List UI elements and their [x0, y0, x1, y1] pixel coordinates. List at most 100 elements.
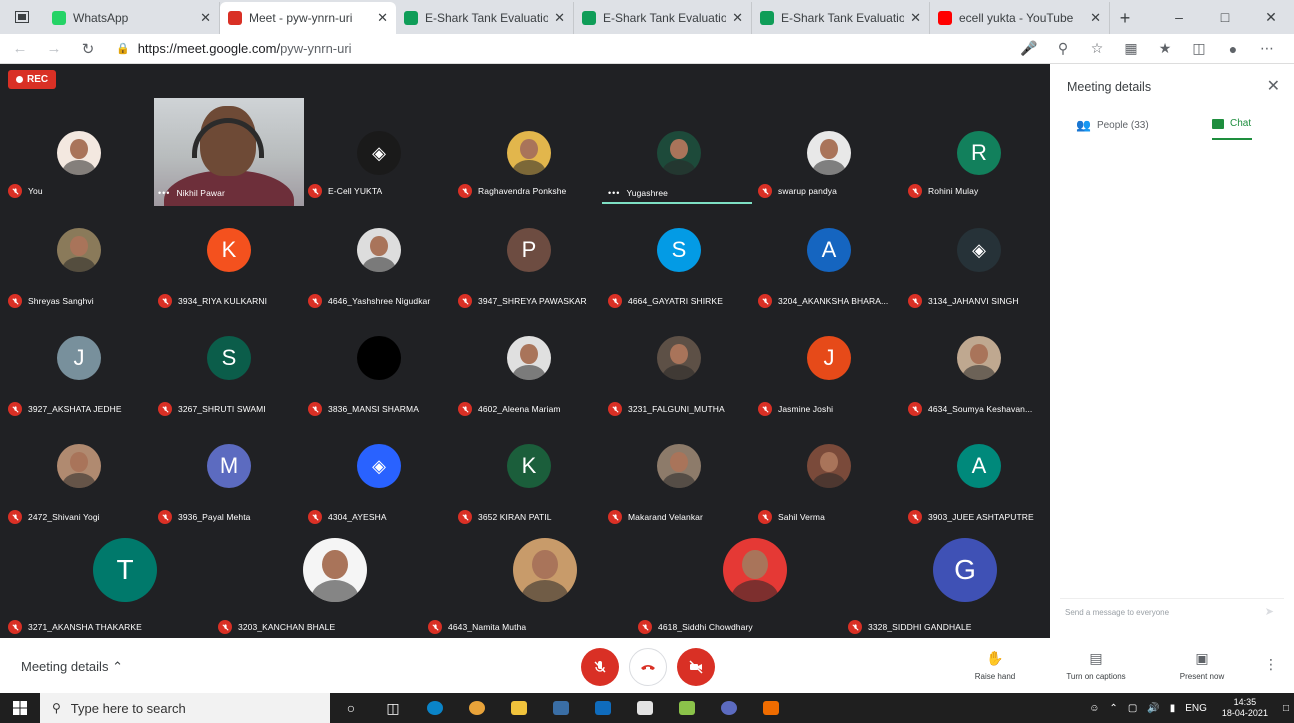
- participant-tile[interactable]: 3203_KANCHAN BHALE: [218, 538, 420, 634]
- mic-off-button[interactable]: [581, 648, 619, 686]
- close-tab-icon[interactable]: ✕: [200, 10, 211, 26]
- app-icon[interactable]: [540, 693, 582, 723]
- participant-tile[interactable]: K 3934_RIYA KULKARNI: [158, 218, 300, 308]
- close-window-icon[interactable]: ✕: [1248, 0, 1294, 34]
- language-indicator[interactable]: ENG: [1185, 703, 1207, 714]
- tab-chat[interactable]: Chat: [1212, 118, 1251, 129]
- close-tab-icon[interactable]: ✕: [910, 10, 921, 26]
- participant-tile[interactable]: 3836_MANSI SHARMA: [308, 326, 450, 416]
- notifications-icon[interactable]: □: [1283, 703, 1289, 714]
- participant-tile[interactable]: G 3328_SIDDHI GANDHALE: [848, 538, 1050, 634]
- tab-actions-icon[interactable]: [0, 0, 44, 34]
- network-icon[interactable]: ▢: [1128, 703, 1137, 714]
- participant-tile[interactable]: 4618_Siddhi Chowdhary: [638, 538, 840, 634]
- participant-avatar: [57, 444, 101, 488]
- tool-icon[interactable]: [666, 693, 708, 723]
- participant-tile[interactable]: J Jasmine Joshi: [758, 326, 900, 416]
- app-icon-blue[interactable]: [708, 693, 750, 723]
- chat-input[interactable]: Send a message to everyone: [1065, 608, 1169, 617]
- participant-tile[interactable]: Makarand Velankar: [608, 434, 750, 524]
- back-button[interactable]: ←: [6, 35, 34, 63]
- meeting-details-button[interactable]: Meeting details ⌃: [21, 659, 123, 675]
- participant-tile[interactable]: 4602_Aleena Mariam: [458, 326, 600, 416]
- close-tab-icon[interactable]: ✕: [554, 10, 565, 26]
- battery-icon[interactable]: ▮: [1170, 703, 1176, 714]
- participant-tile[interactable]: S 3267_SHRUTI SWAMI: [158, 326, 300, 416]
- participant-tile[interactable]: 3231_FALGUNI_MUTHA: [608, 326, 750, 416]
- present-now-button[interactable]: ▣ Present now: [1162, 650, 1242, 681]
- participant-tile[interactable]: 2472_Shivani Yogi: [8, 434, 150, 524]
- participant-tile[interactable]: swarup pandya: [758, 98, 900, 206]
- browser-tab[interactable]: ecell yukta - YouTube ✕: [930, 2, 1110, 34]
- favorites-icon[interactable]: ★: [1148, 40, 1182, 57]
- mail-icon[interactable]: [582, 693, 624, 723]
- participant-tile[interactable]: Sahil Verma: [758, 434, 900, 524]
- close-tab-icon[interactable]: ✕: [377, 10, 388, 26]
- participant-tile[interactable]: You: [8, 98, 150, 206]
- collections-icon[interactable]: ◫: [1182, 40, 1216, 57]
- refresh-button[interactable]: ↻: [74, 35, 102, 63]
- leave-call-button[interactable]: [629, 648, 667, 686]
- taskbar-search-input[interactable]: ⚲ Type here to search: [40, 693, 330, 723]
- participant-tile[interactable]: ••• Nikhil Pawar: [158, 98, 300, 206]
- minimize-icon[interactable]: –: [1156, 0, 1202, 34]
- captions-button[interactable]: ▤ Turn on captions: [1056, 650, 1136, 681]
- participant-tile[interactable]: 4634_Soumya Keshavan...: [908, 326, 1050, 416]
- clock[interactable]: 14:35 18-04-2021: [1222, 697, 1268, 719]
- maximize-icon[interactable]: □: [1202, 0, 1248, 34]
- send-icon[interactable]: ➤: [1265, 605, 1274, 618]
- browser-tab[interactable]: E-Shark Tank Evaluation Sh ✕: [396, 2, 574, 34]
- app-icon-orange[interactable]: [750, 693, 792, 723]
- more-menu-icon[interactable]: ⋯: [1250, 40, 1284, 57]
- microphone-icon[interactable]: 🎤: [1012, 40, 1046, 57]
- browser-tab[interactable]: E-Shark Tank Evaluation Sh ✕: [574, 2, 752, 34]
- participant-tile[interactable]: S 4664_GAYATRI SHIRKE: [608, 218, 750, 308]
- participant-tile[interactable]: K 3652 KIRAN PATIL: [458, 434, 600, 524]
- profile-avatar[interactable]: ●: [1216, 40, 1250, 57]
- browser-tab[interactable]: WhatsApp ✕: [44, 2, 220, 34]
- tab-people[interactable]: 👥 People (33): [1076, 118, 1149, 132]
- favorite-star-icon[interactable]: ☆: [1080, 40, 1114, 57]
- raise-hand-button[interactable]: ✋ Raise hand: [955, 650, 1035, 681]
- tab-favicon-icon: [404, 11, 418, 25]
- close-tab-icon[interactable]: ✕: [732, 10, 743, 26]
- forward-button[interactable]: →: [40, 35, 68, 63]
- new-tab-button[interactable]: +: [1110, 2, 1140, 34]
- chevron-up-icon[interactable]: ⌃: [1109, 703, 1117, 714]
- more-options-icon[interactable]: ⋮: [1264, 656, 1278, 673]
- windows-start-icon[interactable]: [0, 693, 40, 723]
- participant-name-label: Shreyas Sanghvi: [8, 294, 94, 308]
- extensions-icon[interactable]: ▦: [1114, 40, 1148, 57]
- task-view-icon[interactable]: ◫: [372, 693, 414, 723]
- participant-tile[interactable]: A 3903_JUEE ASHTAPUTRE: [908, 434, 1050, 524]
- camera-off-icon: [689, 660, 703, 674]
- participant-tile[interactable]: J 3927_AKSHATA JEDHE: [8, 326, 150, 416]
- camera-off-button[interactable]: [677, 648, 715, 686]
- participant-tile[interactable]: ◈ E-Cell YUKTA: [308, 98, 450, 206]
- people-tray-icon[interactable]: ☺: [1089, 703, 1099, 714]
- chrome-icon[interactable]: [456, 693, 498, 723]
- participant-tile[interactable]: T 3271_AKANSHA THAKARKE: [8, 538, 210, 634]
- browser-tab[interactable]: E-Shark Tank Evaluation Sh ✕: [752, 2, 930, 34]
- participant-tile[interactable]: Shreyas Sanghvi: [8, 218, 150, 308]
- participant-tile[interactable]: A 3204_AKANKSHA BHARA...: [758, 218, 900, 308]
- participant-tile[interactable]: R Rohini Mulay: [908, 98, 1050, 206]
- close-tab-icon[interactable]: ✕: [1090, 10, 1101, 26]
- participant-tile[interactable]: 4643_Namita Mutha: [428, 538, 630, 634]
- store-icon[interactable]: [624, 693, 666, 723]
- participant-tile[interactable]: ◈ 3134_JAHANVI SINGH: [908, 218, 1050, 308]
- participant-tile[interactable]: ••• Yugashree: [608, 98, 750, 206]
- participant-tile[interactable]: P 3947_SHREYA PAWASKAR: [458, 218, 600, 308]
- browser-tab[interactable]: Meet - pyw-ynrn-uri ✕: [220, 2, 396, 34]
- participant-tile[interactable]: ◈ 4304_AYESHA: [308, 434, 450, 524]
- zoom-icon[interactable]: ⚲: [1046, 40, 1080, 57]
- edge-icon[interactable]: [414, 693, 456, 723]
- participant-tile[interactable]: M 3936_Payal Mehta: [158, 434, 300, 524]
- participant-tile[interactable]: Raghavendra Ponkshe: [458, 98, 600, 206]
- close-icon[interactable]: ✕: [1267, 76, 1280, 96]
- file-explorer-icon[interactable]: [498, 693, 540, 723]
- url-field[interactable]: 🔒 https://meet.google.com/pyw-ynrn-uri: [116, 41, 1012, 56]
- cortana-icon[interactable]: ○: [330, 693, 372, 723]
- volume-icon[interactable]: 🔊: [1147, 703, 1159, 714]
- participant-tile[interactable]: 4646_Yashshree Nigudkar: [308, 218, 450, 308]
